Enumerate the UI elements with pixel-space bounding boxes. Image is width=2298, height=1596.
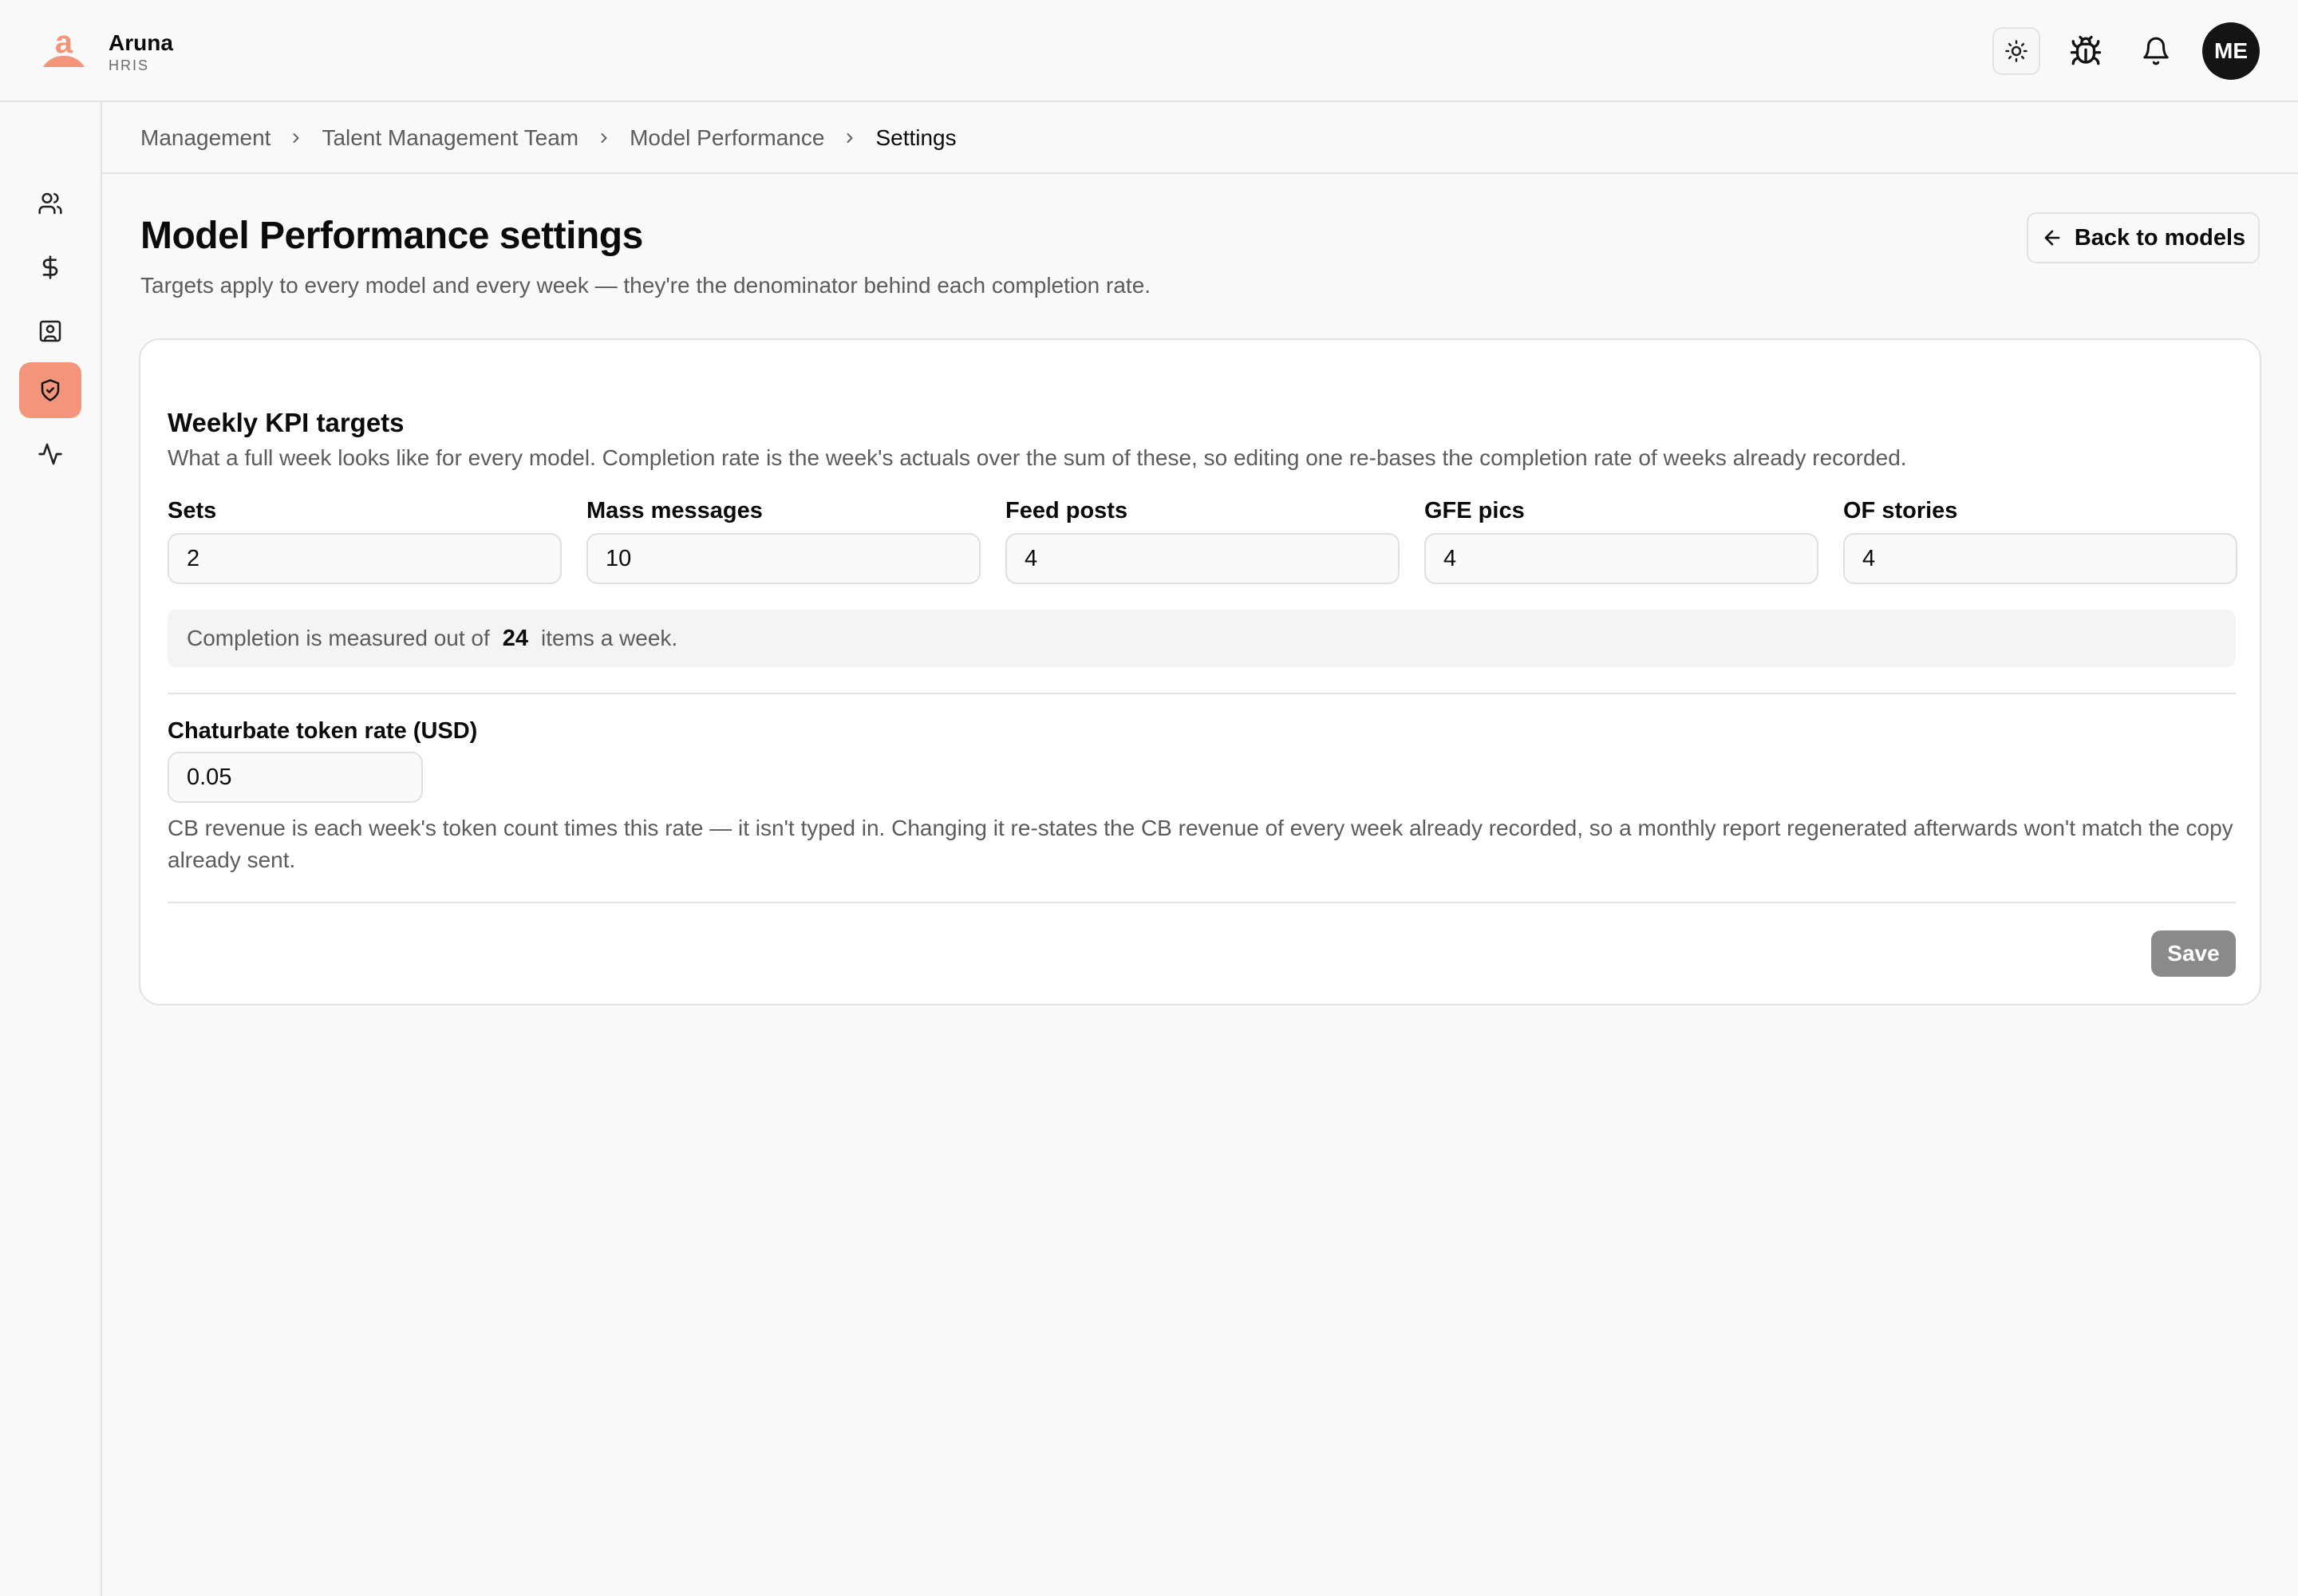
top-bar: a Aruna HRIS ME [0,0,2298,102]
completion-total-box: Completion is measured out of 24 items a… [168,610,2236,667]
page-title: Model Performance settings [140,215,643,257]
sidebar-item-management[interactable] [19,362,81,418]
shield-check-icon [38,378,62,402]
completion-total-value: 24 [502,625,529,651]
chevron-right-icon [596,130,612,146]
breadcrumb-bar: Management Talent Management Team Model … [102,102,2298,174]
settings-card: Weekly KPI targets What a full week look… [139,338,2261,1005]
bell-icon [2141,36,2171,66]
kpi-field-gfe-pics: GFE pics [1424,496,1818,584]
breadcrumb-item-team[interactable]: Talent Management Team [322,124,578,152]
token-rate-description: CB revenue is each week's token count ti… [168,816,2233,872]
kpi-field-label: Mass messages [586,498,763,523]
dollar-icon [38,255,63,280]
kpi-field-label: Feed posts [1005,498,1128,523]
sets-input[interactable] [168,533,562,584]
notifications-button[interactable] [2135,30,2177,72]
report-bug-button[interactable] [2065,30,2106,72]
kpi-field-label: GFE pics [1424,498,1525,523]
users-icon [38,191,63,216]
sidebar-item-activity[interactable] [19,426,81,482]
breadcrumb-item-settings: Settings [875,125,957,150]
token-rate-input[interactable] [168,752,423,803]
aruna-logo-icon[interactable]: a [41,29,86,70]
mass-messages-input[interactable] [586,533,981,584]
theme-toggle-button[interactable] [1992,27,2040,75]
kpi-field-label: Sets [168,498,217,523]
sidebar-item-people[interactable] [19,176,81,231]
of-stories-input[interactable] [1843,533,2237,584]
feed-posts-input[interactable] [1005,533,1400,584]
back-to-models-label: Back to models [2074,224,2246,251]
svg-text:a: a [55,29,73,60]
sun-icon [2004,39,2028,63]
kpi-field-feed-posts: Feed posts [1005,496,1400,584]
sidebar-item-directory[interactable] [19,303,81,359]
kpi-field-sets: Sets [168,496,562,584]
footer-divider [168,902,2236,903]
activity-icon [38,441,63,467]
chevron-right-icon [842,130,858,146]
back-to-models-button[interactable]: Back to models [2027,212,2260,263]
breadcrumb: Management Talent Management Team Model … [140,124,957,152]
page-subtitle: Targets apply to every model and every w… [140,273,1151,298]
user-avatar[interactable]: ME [2202,22,2260,80]
gfe-pics-input[interactable] [1424,533,1818,584]
completion-total-suffix: items a week. [541,626,678,650]
brand-name: Aruna [109,30,173,55]
kpi-section-description: What a full week looks like for every mo… [168,445,1907,470]
sidebar [0,102,102,1596]
section-divider [168,693,2236,694]
token-rate-label: Chaturbate token rate (USD) [168,718,478,744]
arrow-left-icon [2041,227,2063,249]
breadcrumb-item-model-performance[interactable]: Model Performance [630,124,824,152]
kpi-field-label: OF stories [1843,498,1958,523]
sidebar-item-finance[interactable] [19,239,81,295]
chevron-right-icon [288,130,304,146]
bug-icon [2069,34,2103,68]
kpi-field-of-stories: OF stories [1843,496,2237,584]
brand-subtitle: HRIS [109,57,150,73]
kpi-section-title: Weekly KPI targets [168,408,405,437]
save-button[interactable]: Save [2151,930,2236,977]
contact-card-icon [38,318,63,344]
breadcrumb-item-management[interactable]: Management [140,124,270,152]
completion-total-prefix: Completion is measured out of [187,626,490,650]
kpi-field-mass-messages: Mass messages [586,496,981,584]
